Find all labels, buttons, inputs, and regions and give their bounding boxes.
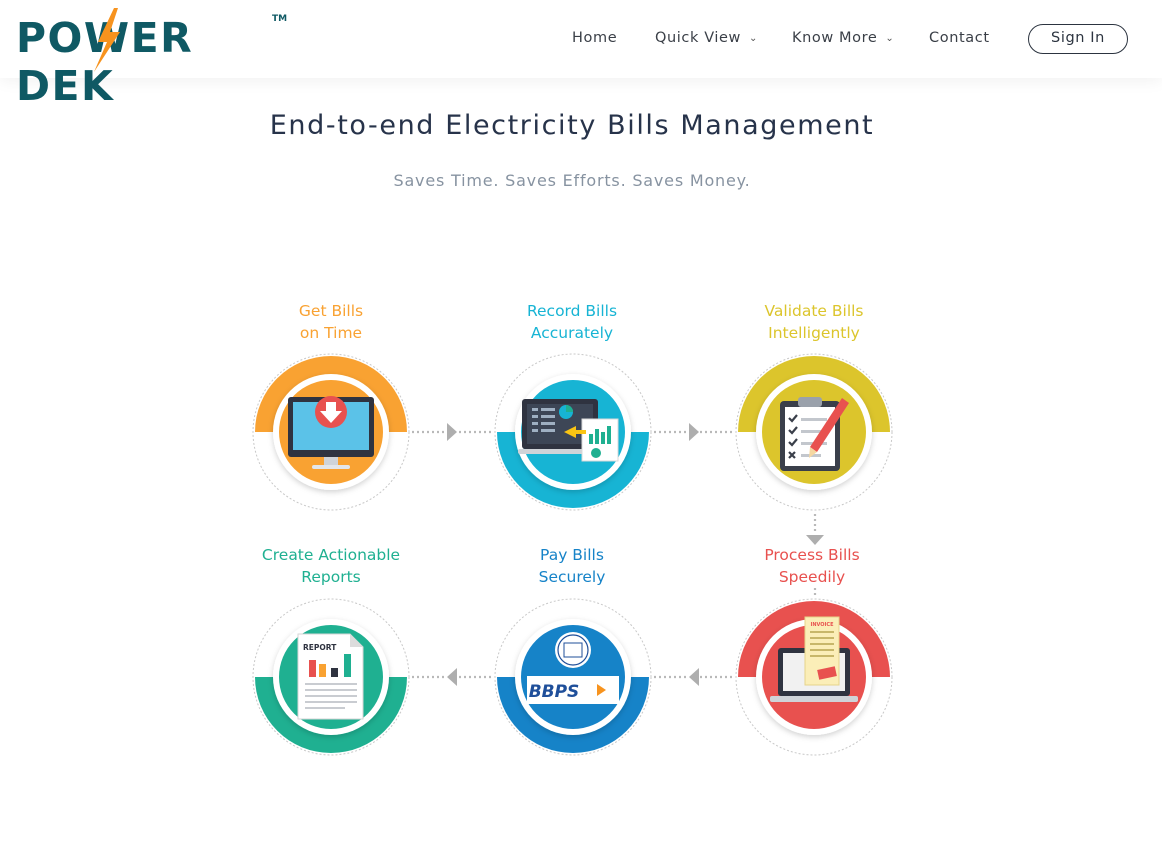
trademark-mark: TM [272,14,288,24]
step-create-reports: REPORT [252,598,410,756]
nav-know-more-label: Know More [792,30,878,46]
step-validate-bills [735,353,893,511]
bbps-text: BBPS [529,682,580,702]
arrow-left-icon [689,668,699,686]
lightning-bolt-icon [94,8,120,72]
process-flow-diagram: INVOICE BBPS REPORT [252,353,893,756]
chevron-down-icon: ⌄ [885,33,895,44]
brand-name: POWER DEK [16,14,192,110]
nav-home-label: Home [572,30,618,46]
checklist-clipboard-icon [780,397,849,471]
step-process-bills: INVOICE [735,598,893,756]
arrow-down-icon [806,535,824,545]
nav-quick-view[interactable]: Quick View ⌄ [655,30,758,46]
step-get-bills [252,353,410,511]
invoice-text: INVOICE [810,622,834,628]
chevron-down-icon: ⌄ [749,33,759,44]
navbar: POWER DEK TM Home Quick View ⌄ Know More ⌄… [0,0,1162,110]
arrow-left-icon [447,668,457,686]
brand-logo[interactable]: POWER DEK TM [16,8,288,110]
nav-contact-label: Contact [929,30,990,46]
arrow-right-icon [447,423,457,441]
nav-know-more[interactable]: Know More ⌄ [792,30,894,46]
sign-in-button[interactable]: Sign In [1028,24,1128,54]
arrow-right-icon [689,423,699,441]
nav-home[interactable]: Home [572,30,617,46]
report-text: REPORT [303,643,337,652]
step-pay-bills: BBPS [494,598,652,756]
report-document-icon: REPORT [297,633,364,720]
step-record-bills [494,353,652,511]
nav-contact[interactable]: Contact [929,30,990,46]
nav-quick-view-label: Quick View [655,30,742,46]
